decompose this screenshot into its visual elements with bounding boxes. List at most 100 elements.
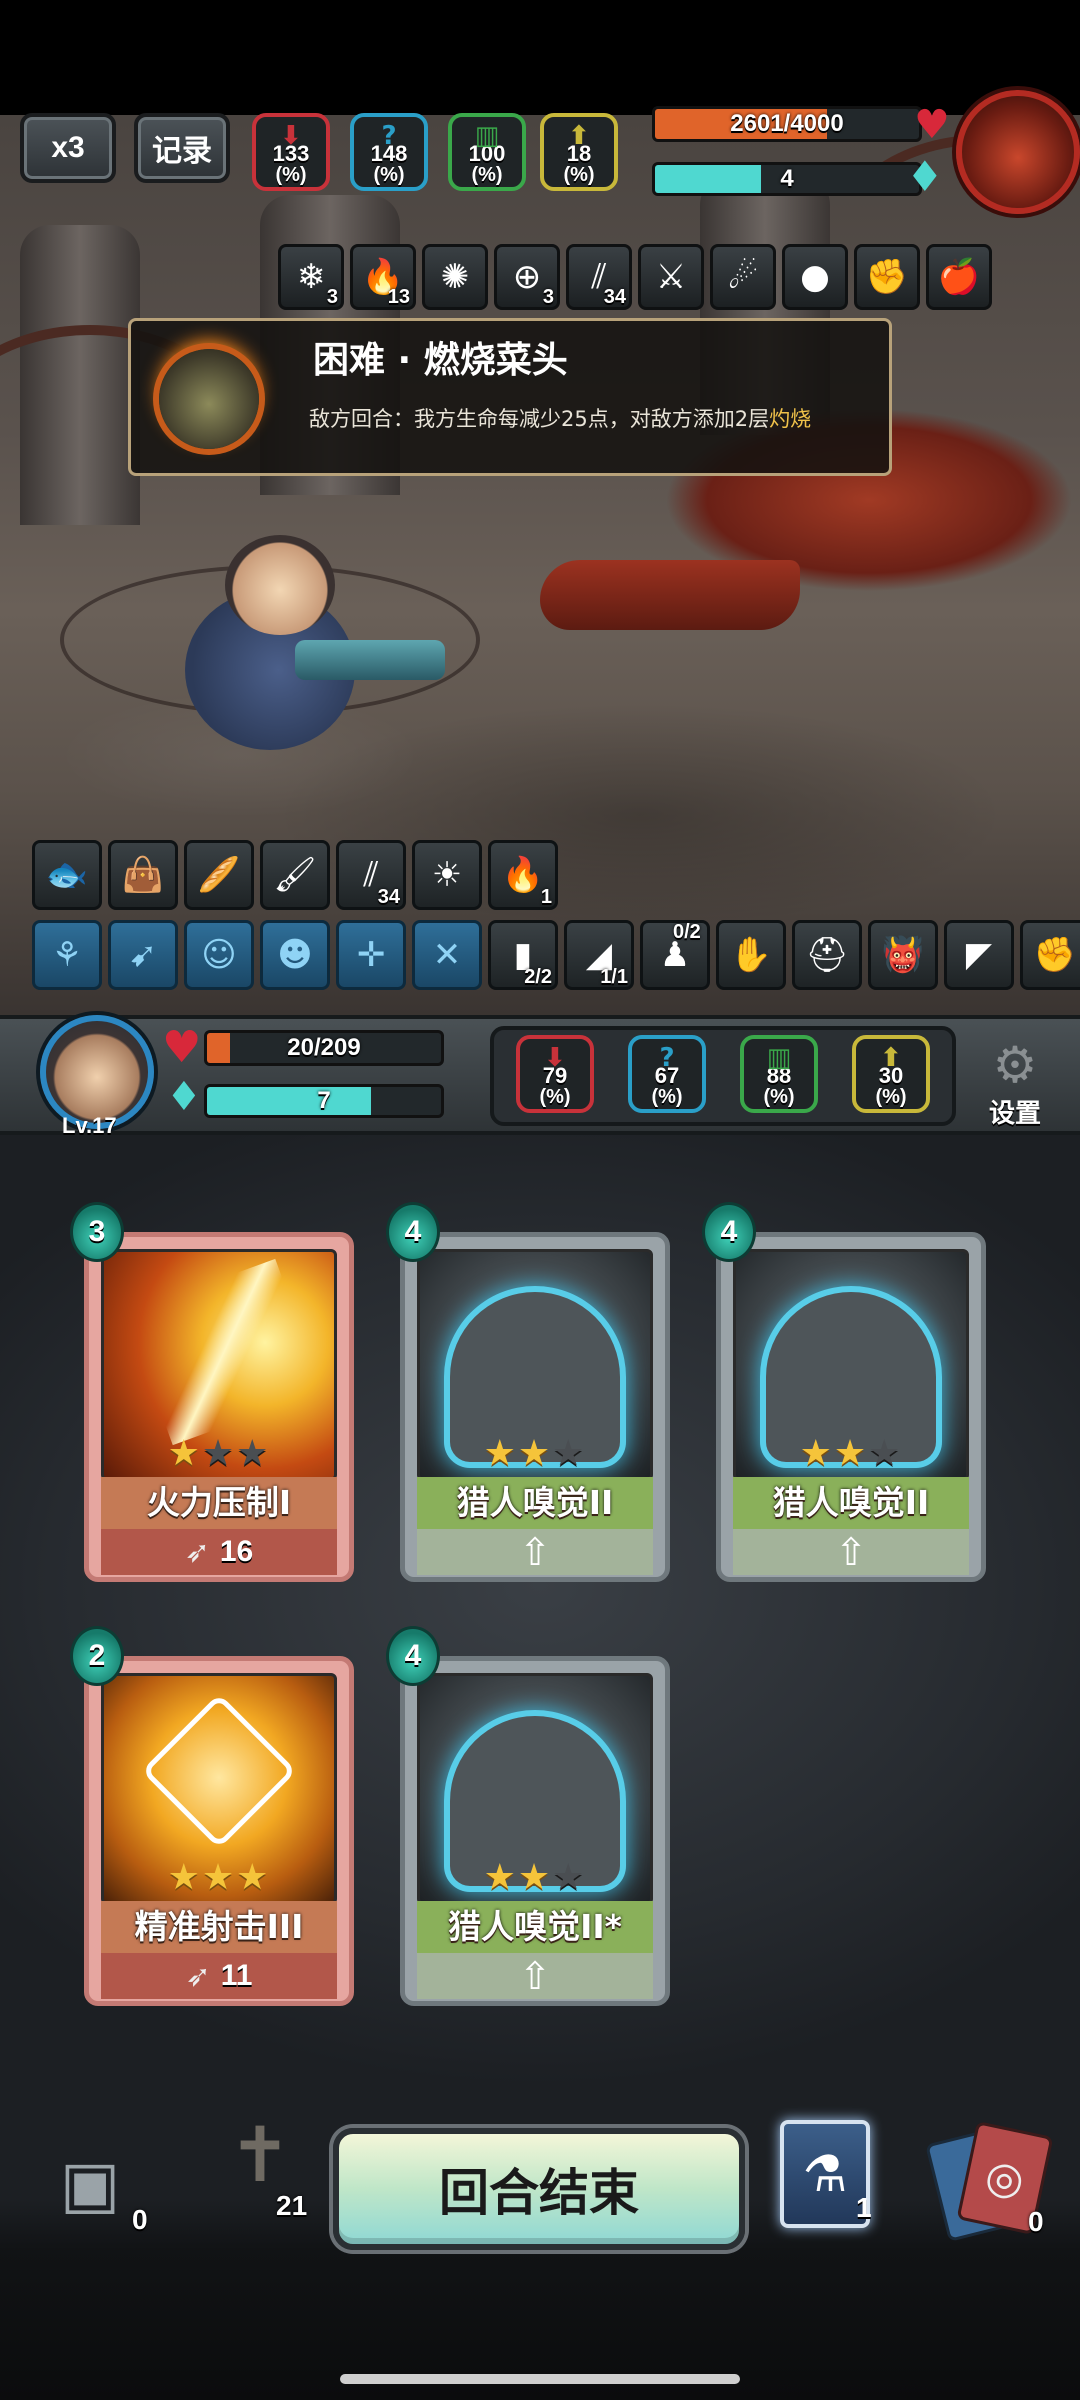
upgrade-arrow-icon: ⇧ — [519, 1954, 551, 1998]
fish-slot[interactable]: 🐟 — [32, 840, 102, 910]
sprout-slot[interactable]: ⚘ — [32, 920, 102, 990]
figure-slot[interactable]: ♟ 0/2 — [640, 920, 710, 990]
speed-button[interactable]: x3 — [20, 113, 116, 183]
settings-label: 设置 — [988, 1099, 1041, 1129]
hero-head — [225, 535, 335, 635]
sprout-icon: ⚘ — [51, 935, 83, 975]
mystery-stat-badge[interactable]: ? 148 (%) — [350, 113, 428, 191]
potion-count: 1 — [856, 2192, 872, 2223]
slot-count: 0/2 — [673, 921, 701, 943]
bag-slot[interactable]: 👜 — [108, 840, 178, 910]
card-stars: ★★★ — [89, 1433, 349, 1474]
bullet-icon: ➶ — [185, 1958, 211, 1994]
upgrade-arrow-icon: ⇧ — [835, 1530, 867, 1574]
blade-slot[interactable]: ⚔ — [638, 244, 704, 310]
pumpkin-slot[interactable]: ☻ — [260, 920, 330, 990]
stat-unit: (%) — [875, 1086, 907, 1108]
skill-card[interactable]: ★★★ 猎人嗅觉II* ⇧ — [400, 1656, 670, 2006]
slot-count: 2/2 — [524, 966, 552, 988]
skill-card[interactable]: ★★★ 火力压制I ➶ 16 — [84, 1232, 354, 1582]
brush-slot[interactable]: 🖌 — [260, 840, 330, 910]
claw-slot[interactable]: ⫽ 34 — [336, 840, 406, 910]
draw-pile[interactable]: ▣ 0 — [30, 2150, 150, 2240]
record-button[interactable]: 记录 — [134, 113, 230, 183]
star-icon: ★ — [799, 1433, 834, 1474]
bomb-slot[interactable]: ● — [782, 244, 848, 310]
slot-count: 3 — [326, 286, 338, 308]
target-slot[interactable]: ⊕ 3 — [494, 244, 560, 310]
boss-energy-bar: 4 — [652, 162, 922, 196]
end-turn-button[interactable]: 回合结束 — [333, 2128, 745, 2250]
tooltip-keyword: 灼烧 — [769, 407, 812, 431]
record-label: 记录 — [152, 135, 212, 168]
claw-icon: ⫽ — [363, 855, 379, 895]
card-footer: ⇧ — [417, 1529, 653, 1575]
claw-slot[interactable]: ⫽ 34 — [566, 244, 632, 310]
burn-slot[interactable]: 🔥 1 — [488, 840, 558, 910]
helmet-slot[interactable]: ⛑ — [792, 920, 862, 990]
status-bar-area — [0, 0, 1080, 115]
attack-stat-badge[interactable]: ⬇ 79 (%) — [516, 1035, 594, 1113]
attack-stat-badge[interactable]: ⬇ 133 (%) — [252, 113, 330, 191]
gauntlet-icon: ✊ — [1033, 935, 1077, 975]
settings-button[interactable]: ⚙ 设置 — [978, 1037, 1052, 1129]
card-cost: 4 — [386, 1626, 440, 1686]
star-icon: ★ — [552, 1433, 587, 1474]
crosshair-slot[interactable]: ✛ — [336, 920, 406, 990]
boss-portrait[interactable] — [956, 90, 1080, 214]
card-stars: ★★★ — [405, 1857, 665, 1898]
hero-gun — [295, 640, 445, 680]
mask-slot[interactable]: ☺ — [184, 920, 254, 990]
mystery-icon: ? — [381, 121, 397, 151]
speed-label: x3 — [51, 131, 85, 164]
fist-slot[interactable]: ✊ — [854, 244, 920, 310]
target-icon: ⊕ — [512, 257, 542, 297]
bread-slot[interactable]: 🥖 — [184, 840, 254, 910]
bullet-slot[interactable]: ▮ 2/2 — [488, 920, 558, 990]
discard-pile[interactable]: ✝ 21 — [190, 2117, 330, 2230]
burn-slot[interactable]: 🔥 13 — [350, 244, 416, 310]
shell-slot[interactable]: ◢ 1/1 — [564, 920, 634, 990]
crosshair-icon: ✛ — [356, 935, 386, 975]
enemy-trait-tooltip: 困难 · 燃烧菜头 敌方回合：我方生命每减少25点，对敌方添加2层灼烧 — [128, 318, 892, 476]
skill-card[interactable]: ★★★ 精准射击III ➶ 11 — [84, 1656, 354, 2006]
slot-count: 1 — [540, 886, 552, 908]
exhaust-pile[interactable]: ◎ 0 — [925, 2120, 1058, 2242]
slot-count: 3 — [542, 286, 554, 308]
player-character[interactable] — [175, 530, 445, 760]
monster-slot[interactable]: 👹 — [868, 920, 938, 990]
blade-icon: ⚔ — [655, 257, 687, 297]
star-icon: ★ — [833, 1433, 869, 1474]
home-indicator — [340, 2374, 740, 2384]
glove-slot[interactable]: ✋ — [716, 920, 786, 990]
flaming-head-icon: ☄ — [727, 257, 759, 297]
card-cost: 4 — [386, 1202, 440, 1262]
gun-slot[interactable]: ◤ — [944, 920, 1014, 990]
avatar[interactable] — [40, 1015, 154, 1129]
card-stars: ★★★ — [89, 1857, 349, 1898]
crit-icon: ⬆ — [568, 121, 590, 151]
star-icon: ★ — [201, 1433, 237, 1474]
defense-stat-badge[interactable]: ▥ 88 (%) — [740, 1035, 818, 1113]
bow-slot[interactable]: ➹ — [108, 920, 178, 990]
defense-stat-badge[interactable]: ▥ 100 (%) — [448, 113, 526, 191]
apple-slot[interactable]: 🍎 — [926, 244, 992, 310]
defense-icon: ▥ — [474, 121, 500, 151]
snowflake-slot[interactable]: ❄ 3 — [278, 244, 344, 310]
flaming-head-slot[interactable]: ☄ — [710, 244, 776, 310]
sun-slot[interactable]: ☀ — [412, 840, 482, 910]
crossed-arrows-slot[interactable]: ✕ — [412, 920, 482, 990]
end-turn-label: 回合结束 — [439, 2164, 639, 2222]
player-energy-bar: 7 — [204, 1084, 444, 1118]
skill-card[interactable]: ★★★ 猎人嗅觉II ⇧ — [400, 1232, 670, 1582]
rage-slot[interactable]: ✺ — [422, 244, 488, 310]
card-name: 猎人嗅觉II — [733, 1477, 969, 1529]
card-name: 猎人嗅觉II — [417, 1477, 653, 1529]
crit-stat-badge[interactable]: ⬆ 30 (%) — [852, 1035, 930, 1113]
mystery-stat-badge[interactable]: ? 67 (%) — [628, 1035, 706, 1113]
crit-stat-badge[interactable]: ⬆ 18 (%) — [540, 113, 618, 191]
boss-hp-text: 2601/4000 — [730, 110, 844, 137]
gauntlet-slot[interactable]: ✊ — [1020, 920, 1080, 990]
skill-card[interactable]: ★★★ 猎人嗅觉II ⇧ — [716, 1232, 986, 1582]
monster-icon: 👹 — [881, 935, 925, 975]
